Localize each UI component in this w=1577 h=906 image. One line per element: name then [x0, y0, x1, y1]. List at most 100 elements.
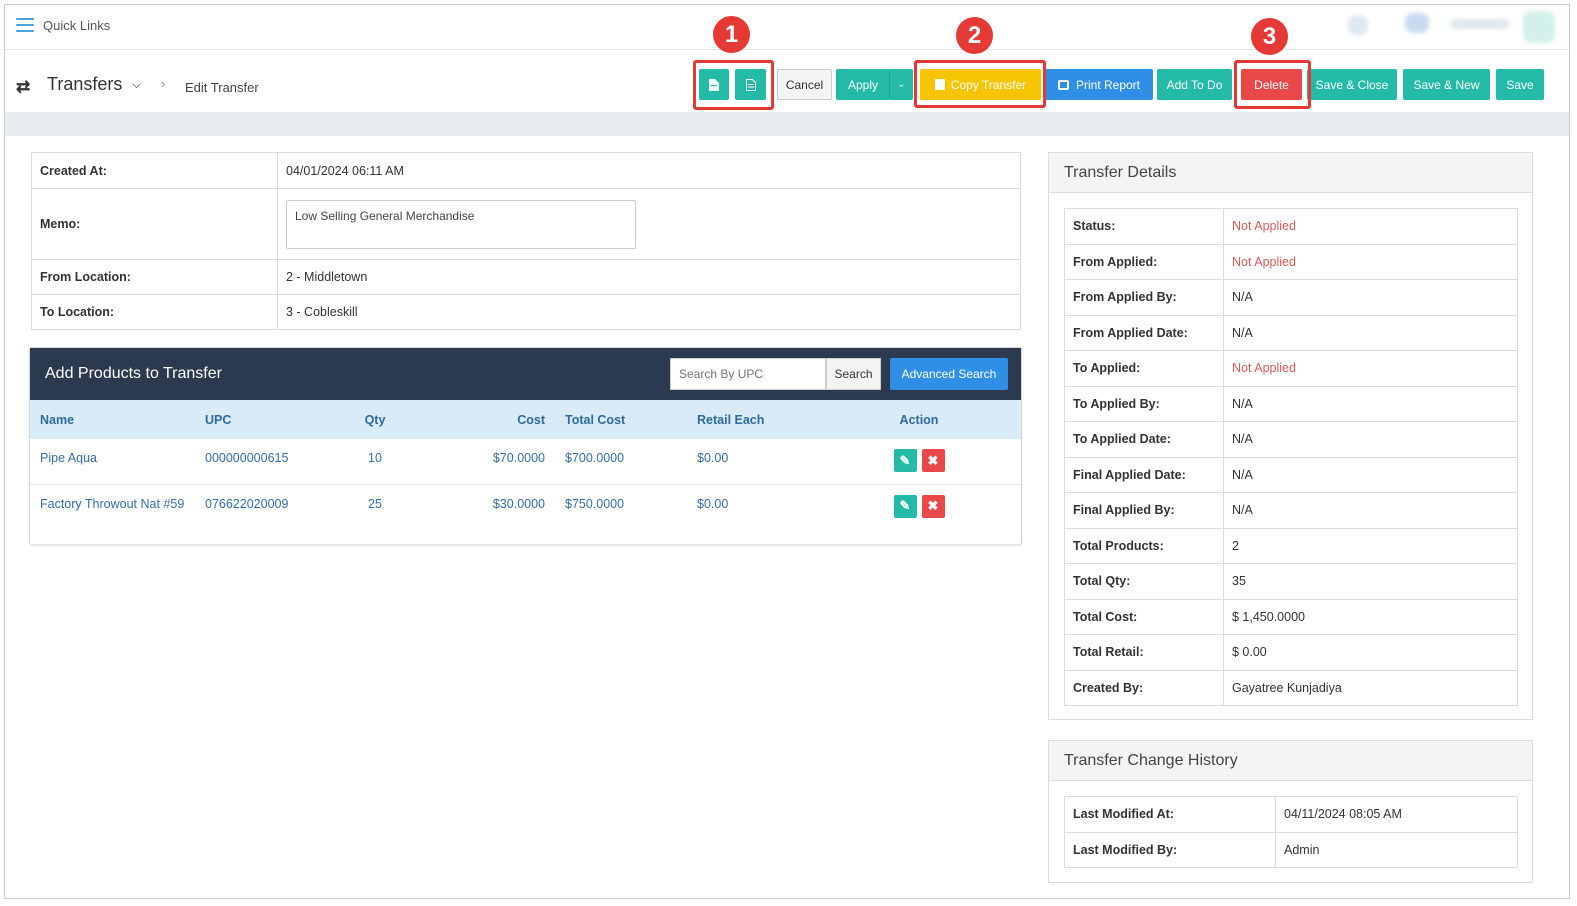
print-report-label: Print Report — [1075, 77, 1141, 92]
table-row: Factory Throwout Nat #59 076622020009 25… — [30, 484, 1021, 545]
last-modified-by-value: Admin — [1275, 831, 1518, 868]
upc-search-input[interactable] — [670, 358, 826, 390]
final-applied-by-label: Final Applied By: — [1064, 492, 1224, 529]
detail-row-to-applied-date: To Applied Date: N/A — [1064, 421, 1518, 458]
printer-icon — [1057, 79, 1069, 90]
from-applied-date-label: From Applied Date: — [1064, 314, 1224, 351]
created-by-value: Gayatree Kunjadiya — [1223, 669, 1518, 706]
column-header-cost: Cost — [415, 400, 555, 439]
from-applied-value: Not Applied — [1223, 243, 1518, 280]
transfer-details-table: Status: Not Applied From Applied: Not Appl… — [1064, 208, 1518, 706]
product-upc: 000000000615 — [195, 439, 335, 485]
total-qty-value: 35 — [1223, 563, 1518, 600]
notification-icon[interactable] — [1348, 15, 1368, 35]
column-header-qty: Qty — [335, 400, 415, 439]
detail-row-total-qty: Total Qty: 35 — [1064, 563, 1518, 600]
detail-row-from-applied: From Applied: Not Applied — [1064, 243, 1518, 280]
total-retail-label: Total Retail: — [1064, 634, 1224, 671]
chevron-down-icon[interactable]: ⌵ — [132, 77, 141, 92]
highlight-box-2 — [914, 60, 1046, 108]
from-applied-label: From Applied: — [1064, 243, 1224, 280]
detail-row-total-cost: Total Cost: $ 1,450.0000 — [1064, 598, 1518, 635]
detail-row-final-applied-date: Final Applied Date: N/A — [1064, 456, 1518, 493]
print-report-button[interactable]: Print Report — [1045, 69, 1153, 100]
product-cost: $70.0000 — [415, 439, 555, 485]
to-location-value: 3 - Cobleskill — [277, 294, 1021, 330]
product-upc: 076622020009 — [195, 484, 335, 545]
detail-row-created-by: Created By: Gayatree Kunjadiya — [1064, 669, 1518, 706]
info-row-created-at: Created At: 04/01/2024 06:11 AM — [31, 152, 1021, 189]
column-header-retail-each: Retail Each — [687, 400, 817, 439]
transfer-details-title: Transfer Details — [1049, 153, 1532, 193]
transfer-info-table: Created At: 04/01/2024 06:11 AM Memo: Lo… — [31, 152, 1021, 330]
remove-x-icon[interactable]: ✖ — [921, 449, 945, 472]
total-products-label: Total Products: — [1064, 527, 1224, 564]
search-button[interactable]: Search — [826, 358, 881, 390]
last-modified-at-label: Last Modified At: — [1064, 796, 1276, 833]
to-applied-date-label: To Applied Date: — [1064, 421, 1224, 458]
detail-row-status: Status: Not Applied — [1064, 208, 1518, 245]
to-location-label: To Location: — [31, 294, 278, 330]
save-new-button[interactable]: Save & New — [1403, 69, 1490, 100]
column-header-upc: UPC — [195, 400, 335, 439]
info-row-to-location: To Location: 3 - Cobleskill — [31, 294, 1021, 330]
annotation-number-2: 2 — [956, 17, 993, 54]
to-applied-value: Not Applied — [1223, 350, 1518, 387]
chevron-down-icon: ⌄ — [897, 79, 906, 90]
product-retail-each: $0.00 — [687, 439, 817, 485]
memo-field[interactable]: Low Selling General Merchandise — [286, 199, 636, 249]
products-table-header: Name UPC Qty Cost Total Cost Retail Each… — [30, 400, 1021, 439]
final-applied-date-value: N/A — [1223, 456, 1518, 493]
from-applied-date-value: N/A — [1223, 314, 1518, 351]
transfer-arrows-icon: ⇄ — [16, 77, 31, 96]
avatar[interactable] — [1523, 11, 1555, 43]
detail-row-from-applied-date: From Applied Date: N/A — [1064, 314, 1518, 351]
total-cost-label: Total Cost: — [1064, 598, 1224, 635]
total-products-value: 2 — [1223, 527, 1518, 564]
advanced-search-button[interactable]: Advanced Search — [890, 358, 1008, 390]
cancel-button[interactable]: Cancel — [777, 69, 832, 100]
from-applied-by-value: N/A — [1223, 279, 1518, 316]
remove-x-icon[interactable]: ✖ — [921, 494, 945, 518]
product-name-link[interactable]: Factory Throwout Nat #59 — [30, 484, 195, 545]
save-button[interactable]: Save — [1496, 69, 1544, 100]
detail-row-total-retail: Total Retail: $ 0.00 — [1064, 634, 1518, 671]
to-applied-label: To Applied: — [1064, 350, 1224, 387]
add-products-header: Add Products to Transfer Search Advanced… — [30, 348, 1021, 400]
save-close-button[interactable]: Save & Close — [1307, 69, 1397, 100]
detail-row-total-products: Total Products: 2 — [1064, 527, 1518, 564]
add-products-title: Add Products to Transfer — [45, 365, 222, 382]
annotation-number-3: 3 — [1251, 18, 1288, 55]
status-value: Not Applied — [1223, 208, 1518, 245]
info-row-memo: Memo: Low Selling General Merchandise — [31, 188, 1021, 260]
product-total-cost: $700.0000 — [555, 439, 687, 485]
add-to-do-button[interactable]: Add To Do — [1157, 69, 1232, 100]
product-qty: 25 — [335, 484, 415, 545]
quick-links-link[interactable]: Quick Links — [43, 18, 110, 33]
created-at-value: 04/01/2024 06:11 AM — [277, 152, 1021, 189]
product-retail-each: $0.00 — [687, 484, 817, 545]
edit-pencil-icon[interactable]: ✎ — [893, 494, 917, 518]
app-frame: Quick Links ⇄ Transfers ⌵ › Edit Transfe… — [4, 4, 1570, 899]
message-icon[interactable] — [1405, 13, 1429, 33]
breadcrumb-separator-icon: › — [161, 76, 166, 91]
user-menu[interactable] — [1450, 19, 1510, 29]
hamburger-icon[interactable] — [16, 18, 34, 32]
apply-button[interactable]: Apply — [836, 69, 890, 100]
product-total-cost: $750.0000 — [555, 484, 687, 545]
from-location-label: From Location: — [31, 259, 278, 295]
page-title: Transfers — [47, 74, 123, 94]
edit-pencil-icon[interactable]: ✎ — [893, 449, 917, 472]
column-header-total-cost: Total Cost — [555, 400, 687, 439]
product-name-link[interactable]: Pipe Aqua — [30, 439, 195, 485]
header-band — [5, 112, 1569, 136]
highlight-box-1 — [693, 60, 774, 110]
detail-row-final-applied-by: Final Applied By: N/A — [1064, 492, 1518, 529]
product-qty: 10 — [335, 439, 415, 485]
apply-dropdown-button[interactable]: ⌄ — [889, 69, 913, 100]
to-applied-date-value: N/A — [1223, 421, 1518, 458]
memo-label: Memo: — [31, 188, 278, 260]
from-location-value: 2 - Middletown — [277, 259, 1021, 295]
history-row-last-modified-at: Last Modified At: 04/11/2024 08:05 AM — [1064, 796, 1518, 833]
final-applied-by-value: N/A — [1223, 492, 1518, 529]
